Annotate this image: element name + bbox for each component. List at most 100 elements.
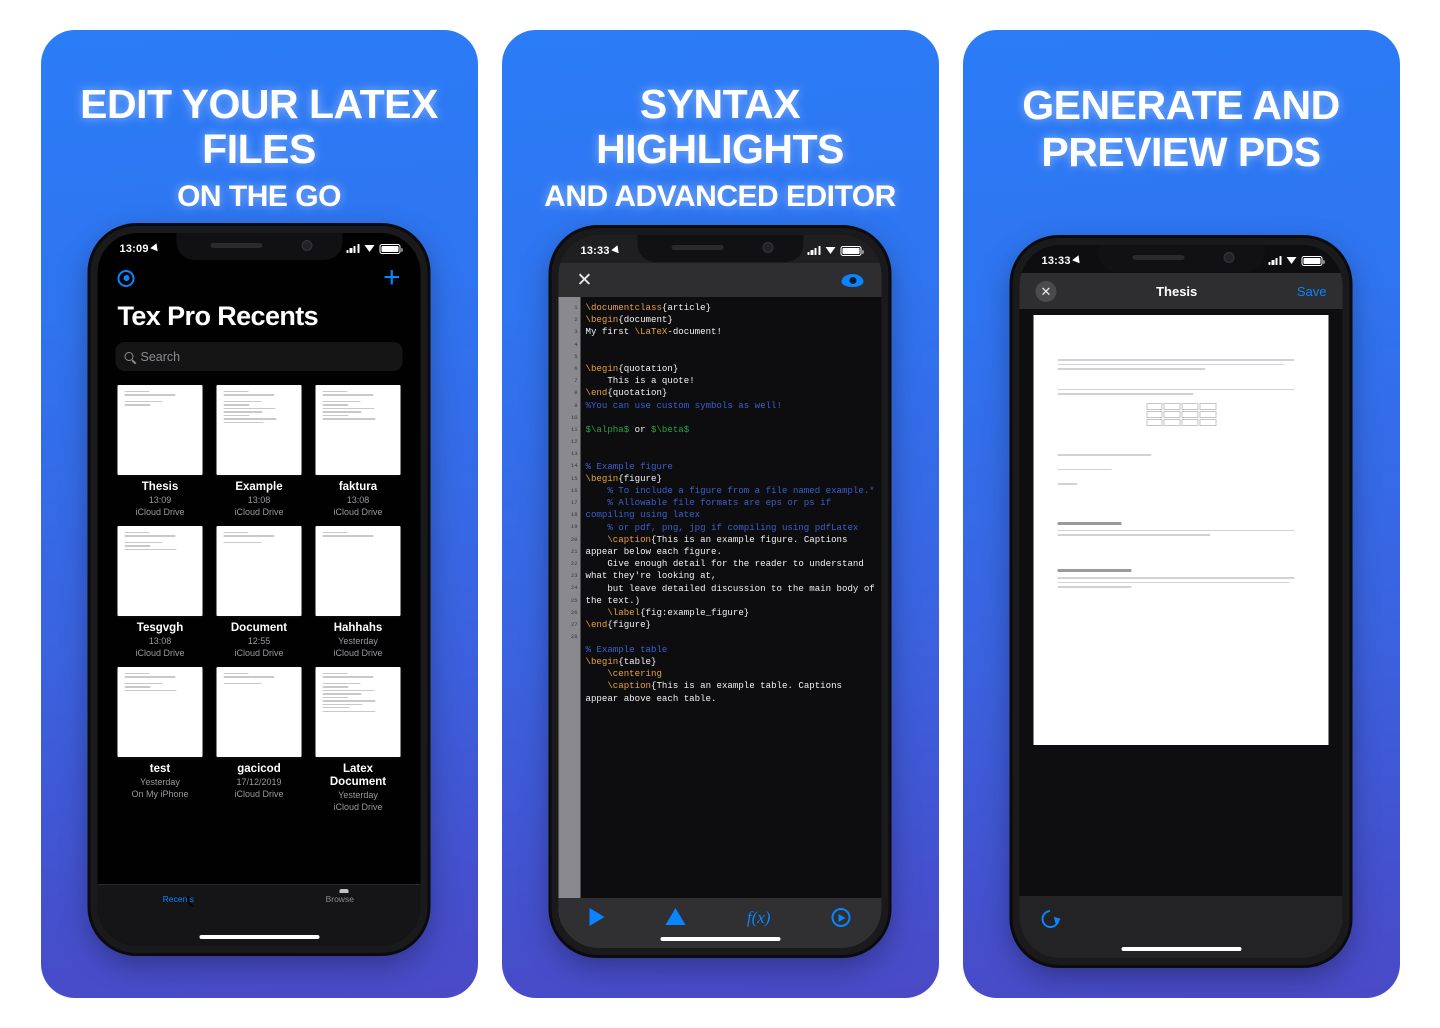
file-item[interactable]: Example 13:08 iCloud Drive bbox=[216, 385, 302, 518]
pdf-text-line bbox=[1057, 468, 1112, 471]
code-content[interactable]: \documentclass{article} \begin{document} M… bbox=[581, 297, 882, 926]
file-thumbnail bbox=[117, 385, 203, 475]
cellular-signal-icon bbox=[346, 244, 360, 253]
gear-icon[interactable] bbox=[117, 269, 135, 287]
file-item[interactable]: Latex Document Yesterday iCloud Drive bbox=[315, 667, 401, 813]
file-location: iCloud Drive bbox=[333, 802, 383, 812]
pdf-table-cell bbox=[1163, 410, 1181, 418]
speaker-grille bbox=[210, 243, 262, 248]
status-time: 13:33 bbox=[1041, 254, 1071, 267]
file-location: iCloud Drive bbox=[333, 648, 383, 658]
pdf-table-cell bbox=[1146, 418, 1163, 426]
phone-mockup-2: 13:33 ✕ 1 2 3 4 5 6 7 8 9 10 11 12 13 14 15 16 17 18 19 20 2… bbox=[551, 228, 889, 955]
file-time: Yesterday bbox=[140, 777, 180, 787]
file-thumbnail bbox=[117, 667, 203, 757]
warning-triangle-icon[interactable] bbox=[665, 908, 686, 925]
pdf-spacer bbox=[1058, 373, 1305, 389]
code-editor[interactable]: 1 2 3 4 5 6 7 8 9 10 11 12 13 14 15 16 17 18 19 20 21 22 23 24 2… bbox=[558, 297, 882, 926]
search-input[interactable]: Search bbox=[115, 342, 403, 371]
front-camera bbox=[301, 240, 312, 251]
tab-browse-label: Browse bbox=[325, 894, 354, 904]
line-number: 8 bbox=[574, 389, 578, 397]
code-line: %You can use custom symbols as well! bbox=[585, 399, 782, 411]
file-location: iCloud Drive bbox=[135, 648, 185, 658]
wifi-icon bbox=[1286, 257, 1297, 264]
tab-recents[interactable]: Recents bbox=[143, 892, 213, 904]
code-line: \begin{quotation} bbox=[585, 363, 679, 375]
code-line: \begin{table} bbox=[585, 655, 657, 667]
code-line: \documentclass{article} bbox=[585, 302, 712, 313]
line-number: 19 bbox=[570, 523, 578, 531]
line-number: 11 bbox=[570, 425, 578, 433]
status-time: 13:09 bbox=[119, 242, 149, 255]
pdf-spacer bbox=[1058, 337, 1305, 359]
promo-panel-3: GENERATE AND PREVIEW PDS 13:33 ✕ Thesis … bbox=[962, 30, 1400, 998]
line-number-gutter: 1 2 3 4 5 6 7 8 9 10 11 12 13 14 15 16 17 18 19 20 21 22 23 24 2… bbox=[558, 297, 581, 926]
file-name: Tesgvgh bbox=[136, 622, 184, 634]
circle-play-icon[interactable] bbox=[831, 908, 851, 927]
battery-icon bbox=[840, 245, 864, 256]
file-item[interactable]: faktura 13:08 iCloud Drive bbox=[315, 385, 401, 518]
panel-1-headline-bottom: ON THE GO bbox=[177, 180, 341, 213]
close-icon[interactable]: ✕ bbox=[1035, 280, 1057, 302]
pdf-heading bbox=[1057, 521, 1122, 525]
line-number: 14 bbox=[570, 462, 578, 470]
battery-icon bbox=[379, 243, 403, 254]
close-icon[interactable]: ✕ bbox=[577, 271, 593, 290]
file-thumbnail bbox=[216, 385, 302, 475]
home-indicator[interactable] bbox=[199, 935, 319, 939]
line-number: 13 bbox=[570, 450, 578, 458]
code-line: % To include a figure from a file named … bbox=[585, 485, 875, 497]
file-thumbnail bbox=[315, 667, 401, 757]
preview-nav-bar: ✕ Thesis Save bbox=[1019, 273, 1343, 309]
pdf-text-line bbox=[1057, 359, 1295, 361]
code-line: \label{fig:example_figure} bbox=[607, 607, 750, 619]
file-name: test bbox=[149, 763, 171, 775]
file-item[interactable]: gacicod 17/12/2019 iCloud Drive bbox=[216, 667, 302, 813]
file-time: Yesterday bbox=[338, 790, 378, 800]
file-item[interactable]: Thesis 13:09 iCloud Drive bbox=[117, 385, 203, 518]
file-thumbnail bbox=[315, 385, 401, 475]
pdf-text-line bbox=[1057, 393, 1194, 395]
panel-2-headline-top: SYNTAX HIGHLIGHTS bbox=[596, 81, 844, 172]
pdf-table-cell bbox=[1146, 410, 1163, 418]
home-indicator[interactable] bbox=[1121, 947, 1241, 951]
plus-icon[interactable]: + bbox=[383, 263, 401, 293]
pdf-text-line bbox=[1057, 388, 1295, 391]
preview-title: Thesis bbox=[1156, 283, 1198, 299]
phone-2-screen: 13:33 ✕ 1 2 3 4 5 6 7 8 9 10 11 12 13 14 15 16 17 18 19 20 2… bbox=[558, 235, 882, 948]
file-item[interactable]: Tesgvgh 13:08 iCloud Drive bbox=[117, 526, 203, 659]
line-number: 9 bbox=[574, 401, 578, 409]
tab-browse[interactable]: Browse bbox=[305, 892, 375, 904]
code-line: \end{figure} bbox=[585, 619, 652, 631]
eye-icon[interactable] bbox=[841, 273, 864, 287]
file-grid: Thesis 13:09 iCloud Drive Example 13:08 iClou… bbox=[98, 371, 421, 813]
file-item[interactable]: test Yesterday On My iPhone bbox=[117, 667, 203, 813]
file-item[interactable]: Document 12:55 iCloud Drive bbox=[216, 526, 302, 659]
save-button[interactable]: Save bbox=[1297, 284, 1327, 299]
panel-3-headline-top: GENERATE AND bbox=[1022, 82, 1340, 128]
notch bbox=[637, 235, 803, 262]
play-icon[interactable] bbox=[589, 908, 605, 926]
line-number: 6 bbox=[574, 364, 578, 372]
cellular-signal-icon bbox=[807, 246, 821, 255]
file-time: 13:09 bbox=[148, 495, 172, 505]
line-number: 1 bbox=[574, 304, 578, 311]
cellular-signal-icon bbox=[1268, 256, 1282, 265]
pdf-table-cell bbox=[1181, 410, 1199, 418]
file-name: Latex Document bbox=[329, 763, 387, 788]
panel-1-headline-top: EDIT YOUR LATEX FILES bbox=[80, 81, 438, 172]
line-number: 21 bbox=[570, 547, 578, 555]
function-fx-icon[interactable]: f(x) bbox=[747, 908, 771, 928]
pdf-table-cell bbox=[1199, 418, 1216, 426]
reload-icon[interactable] bbox=[1037, 906, 1064, 932]
status-indicators bbox=[1268, 255, 1325, 266]
pdf-table bbox=[1146, 402, 1216, 426]
wifi-icon bbox=[364, 245, 375, 252]
code-line: \begin{document} bbox=[585, 314, 673, 326]
file-item[interactable]: Hahhahs Yesterday iCloud Drive bbox=[315, 526, 401, 659]
code-line: % Example figure bbox=[585, 460, 673, 472]
pdf-preview-page[interactable] bbox=[1033, 315, 1329, 745]
home-indicator[interactable] bbox=[660, 937, 780, 941]
